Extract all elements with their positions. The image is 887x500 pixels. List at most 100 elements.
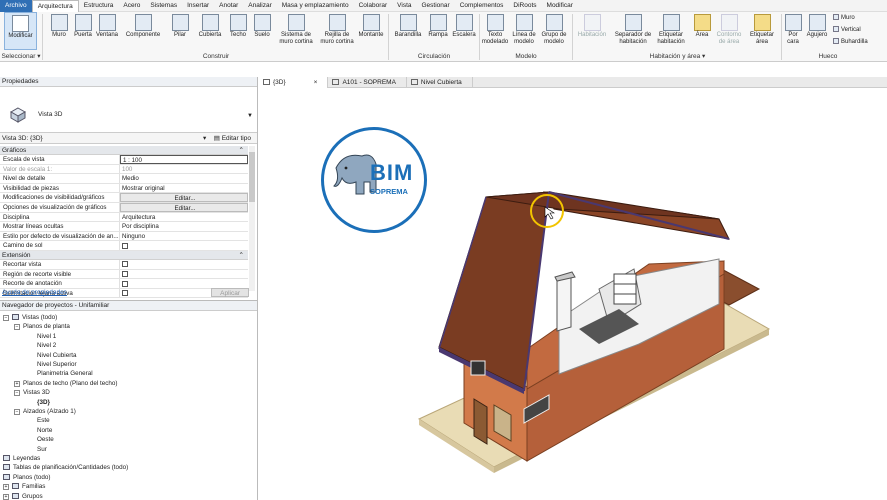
property-value[interactable] — [120, 270, 248, 279]
browser-item[interactable]: Oeste — [37, 435, 54, 444]
apply-button[interactable]: Aplicar — [211, 288, 249, 297]
stair-button[interactable]: Escalera — [450, 12, 478, 50]
properties-scrollbar[interactable] — [249, 146, 255, 291]
ramp-button[interactable]: Rampa — [426, 12, 450, 50]
browser-item[interactable]: Leyendas — [3, 454, 40, 463]
property-value[interactable]: Mostrar original — [120, 184, 248, 193]
collapse-icon[interactable]: ⌃ — [239, 251, 244, 260]
wall-opening-button[interactable]: Muro — [833, 14, 855, 23]
menu-tab-analizar[interactable]: Analizar — [243, 0, 276, 12]
browser-item[interactable]: − Vistas 3D — [14, 388, 50, 397]
property-value[interactable]: Ninguno — [120, 232, 248, 241]
checkbox[interactable] — [122, 242, 128, 249]
shaft-button[interactable]: Agujero — [804, 12, 830, 50]
expand-icon[interactable]: + — [3, 493, 9, 500]
collapse-icon[interactable]: − — [14, 390, 20, 397]
panel-label-room-area[interactable]: Habitación y área ▾ — [575, 52, 780, 61]
browser-item[interactable]: Planimetria General — [37, 369, 93, 378]
tag-room-button[interactable]: Etiquetar habitación — [655, 12, 687, 50]
menu-tab-insertar[interactable]: Insertar — [182, 0, 214, 12]
expand-icon[interactable]: + — [14, 380, 20, 387]
scrollbar-thumb[interactable] — [249, 152, 255, 202]
view-tab[interactable]: Nivel Cubierta — [407, 77, 473, 88]
curtain-grid-button[interactable]: Rejilla de muro cortina — [318, 12, 356, 50]
menu-tab-masa-y-emplazamiento[interactable]: Masa y emplazamiento — [277, 0, 354, 12]
floor-button[interactable]: Suelo — [250, 12, 274, 50]
model-line-button[interactable]: Línea de modelo — [510, 12, 538, 50]
room-button[interactable]: Habitación — [575, 12, 609, 50]
collapse-icon[interactable]: − — [14, 409, 20, 415]
wall-button[interactable]: Muro — [46, 12, 72, 50]
model-group-button[interactable]: Grupo de modelo — [539, 12, 569, 50]
area-button[interactable]: Área — [690, 12, 714, 50]
property-value[interactable]: Medio — [120, 174, 248, 183]
column-button[interactable]: Pilar — [168, 12, 192, 50]
checkbox[interactable] — [122, 280, 128, 287]
3d-view-canvas[interactable]: BIM SOPREMA — [259, 89, 887, 500]
menu-tab-gestionar[interactable]: Gestionar — [417, 0, 455, 12]
browser-item[interactable]: − Planos de planta — [14, 322, 70, 331]
close-icon[interactable]: × — [314, 79, 318, 86]
browser-item[interactable]: Nivel Cubierta — [37, 351, 77, 360]
property-group-extension[interactable]: Extensión ⌃ — [0, 250, 248, 260]
browser-item[interactable]: − Alzados (Alzado 1) — [14, 407, 76, 416]
ceiling-button[interactable]: Techo — [226, 12, 250, 50]
expand-icon[interactable]: + — [3, 484, 9, 491]
component-button[interactable]: Componente — [122, 12, 164, 50]
roof-button[interactable]: Cubierta — [196, 12, 224, 50]
browser-item[interactable]: Norte — [37, 426, 52, 435]
browser-item[interactable]: Sur — [37, 445, 47, 454]
view-tab[interactable]: {3D} × — [259, 77, 329, 88]
collapse-icon[interactable]: − — [14, 324, 20, 331]
vertical-opening-button[interactable]: Vertical — [833, 26, 861, 35]
browser-item[interactable]: + Familias — [3, 482, 45, 491]
browser-item[interactable]: + Planos de techo (Plano del techo) — [14, 379, 118, 388]
browser-item[interactable]: + Grupos — [3, 492, 43, 500]
panel-label-select[interactable]: Seleccionar ▾ — [0, 52, 42, 61]
collapse-icon[interactable]: ⌃ — [239, 146, 244, 155]
menu-tab-acero[interactable]: Acero — [118, 0, 145, 12]
dormer-opening-button[interactable]: Buhardilla — [833, 38, 868, 47]
collapse-icon[interactable]: − — [3, 315, 9, 321]
browser-item[interactable]: − Vistas (todo) — [3, 313, 57, 322]
checkbox[interactable] — [122, 261, 128, 268]
checkbox[interactable] — [122, 271, 128, 278]
property-value[interactable] — [120, 260, 248, 269]
menu-tab-estructura[interactable]: Estructura — [79, 0, 119, 12]
property-value[interactable]: Editar... — [120, 202, 248, 212]
property-value[interactable] — [120, 241, 248, 250]
browser-item[interactable]: {3D} — [37, 398, 50, 407]
modify-tool-button[interactable]: Modificar — [4, 12, 37, 50]
menu-tab-anotar[interactable]: Anotar — [214, 0, 243, 12]
property-value[interactable]: Editar... — [120, 193, 248, 202]
browser-item[interactable]: Nivel 1 — [37, 332, 56, 341]
menu-tab-archivo[interactable]: Archivo — [0, 0, 32, 12]
property-value[interactable]: 1 : 100 — [120, 155, 248, 164]
type-selector[interactable]: Vista 3D ▼ — [0, 87, 257, 133]
menu-tab-diroots[interactable]: DiRoots — [508, 0, 541, 12]
menu-tab-modificar[interactable]: Modificar — [542, 0, 578, 12]
property-group-graficos[interactable]: Gráficos ⌃ — [0, 146, 248, 155]
tag-area-button[interactable]: Etiquetar área — [746, 12, 778, 50]
property-value[interactable]: Por disciplina — [120, 222, 248, 231]
room-separator-button[interactable]: Separador de habitación — [612, 12, 654, 50]
browser-item[interactable]: Nivel Superior — [37, 360, 77, 369]
menu-tab-sistemas[interactable]: Sistemas — [145, 0, 182, 12]
edit-type-button[interactable]: ▤ Editar tipo — [214, 133, 251, 144]
properties-help-link[interactable]: Ayuda de propiedades — [0, 289, 67, 296]
property-value[interactable]: 100 — [120, 165, 248, 174]
browser-item[interactable]: Tablas de planificación/Cantidades (todo… — [3, 463, 128, 472]
browser-item[interactable]: Nivel 2 — [37, 341, 56, 350]
area-boundary-button[interactable]: Contorno de área — [714, 12, 744, 50]
browser-item[interactable]: Planos (todo) — [3, 473, 50, 482]
mullion-button[interactable]: Montante — [356, 12, 386, 50]
door-button[interactable]: Puerta — [72, 12, 94, 50]
window-button[interactable]: Ventana — [94, 12, 120, 50]
curtain-system-button[interactable]: Sistema de muro cortina — [276, 12, 316, 50]
view-tab[interactable]: A101 - SOPREMA — [328, 77, 407, 88]
menu-tab-complementos[interactable]: Complementos — [455, 0, 509, 12]
menu-tab-arquitectura[interactable]: Arquitectura — [31, 0, 79, 12]
railing-button[interactable]: Barandilla — [392, 12, 424, 50]
menu-tab-vista[interactable]: Vista — [392, 0, 416, 12]
instance-filter[interactable]: Vista 3D: {3D} ▾ ▤ Editar tipo — [0, 133, 257, 144]
